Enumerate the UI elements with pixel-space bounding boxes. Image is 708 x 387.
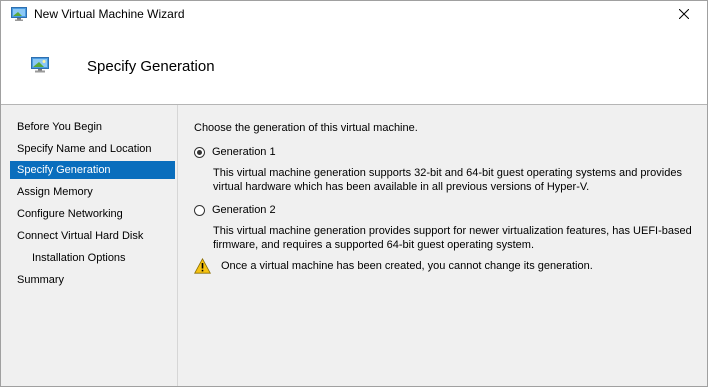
generation-1-label[interactable]: Generation 1 <box>212 146 276 158</box>
generation-prompt: Choose the generation of this virtual ma… <box>194 122 418 134</box>
generation-1-description-line: This virtual machine generation supports… <box>213 167 682 179</box>
generation-1-description: This virtual machine generation supports… <box>213 166 703 194</box>
virtual-machine-monitor-icon <box>11 7 27 21</box>
sidebar-item-summary[interactable]: Summary <box>10 271 175 289</box>
wizard-header: Specify Generation <box>1 29 707 104</box>
sidebar-item-installation-options[interactable]: Installation Options <box>10 249 175 267</box>
wizard-window: New Virtual Machine Wizard Specify Gener… <box>0 0 708 387</box>
generation-1-description-line: virtual hardware which has been availabl… <box>213 181 590 193</box>
warning-icon <box>194 257 211 274</box>
sidebar-item-configure-networking[interactable]: Configure Networking <box>10 205 175 223</box>
generation-2-description-line: This virtual machine generation provides… <box>213 225 692 237</box>
sidebar-item-before-you-begin[interactable]: Before You Begin <box>10 118 175 136</box>
generation-1-radio[interactable] <box>194 146 205 158</box>
generation-2-option[interactable]: Generation 2 <box>194 202 276 218</box>
sidebar-item-specify-name-and-location[interactable]: Specify Name and Location <box>10 140 175 158</box>
warning-text: Once a virtual machine has been created,… <box>221 260 593 272</box>
window-title: New Virtual Machine Wizard <box>34 7 185 21</box>
sidebar-item-specify-generation[interactable]: Specify Generation <box>10 161 175 179</box>
wizard-steps-sidebar: Before You Begin Specify Name and Locati… <box>1 105 178 386</box>
page-title: Specify Generation <box>87 58 215 75</box>
generation-2-label[interactable]: Generation 2 <box>212 204 276 216</box>
close-icon <box>678 8 690 22</box>
sidebar-item-connect-virtual-hard-disk[interactable]: Connect Virtual Hard Disk <box>10 227 175 245</box>
title-bar: New Virtual Machine Wizard <box>1 1 707 29</box>
generation-2-description-line: firmware, and requires a supported 64-bi… <box>213 239 534 251</box>
generation-1-option[interactable]: Generation 1 <box>194 144 276 160</box>
sidebar-item-assign-memory[interactable]: Assign Memory <box>10 183 175 201</box>
generation-2-radio[interactable] <box>194 204 205 216</box>
generation-warning: Once a virtual machine has been created,… <box>194 257 593 274</box>
main-content-panel: Choose the generation of this virtual ma… <box>178 105 707 386</box>
generation-2-description: This virtual machine generation provides… <box>213 224 703 252</box>
close-button[interactable] <box>661 1 707 29</box>
virtual-machine-monitor-icon <box>31 57 49 73</box>
